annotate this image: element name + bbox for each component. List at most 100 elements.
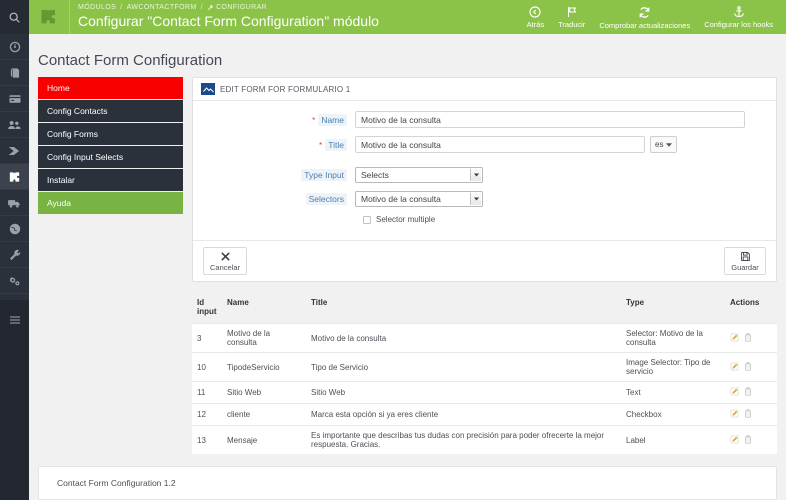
table-row[interactable]: 13 Mensaje Es importante que describas t… <box>192 425 777 454</box>
cell-actions <box>725 323 777 353</box>
required-asterisk: * <box>312 114 316 125</box>
header-action-check-updates[interactable]: Comprobar actualizaciones <box>592 0 697 34</box>
cell-name: TipodeServicio <box>222 352 306 382</box>
prestashop-admin-window: MÓDULOS / AWCONTACTFORM / CONFIGURAR Con… <box>0 0 786 500</box>
select-arrow-icon <box>470 193 481 205</box>
title-input[interactable]: Motivo de la consulta <box>355 136 645 153</box>
sidebar-item-ayuda-label: Ayuda <box>47 198 71 208</box>
cell-title: Marca esta opción si ya eres cliente <box>306 403 621 426</box>
edit-pencil-icon[interactable] <box>730 435 739 446</box>
cell-name: Sitio Web <box>222 381 306 404</box>
breadcrumb-level-2[interactable]: AWCONTACTFORM <box>127 4 197 11</box>
cell-id: 12 <box>192 403 222 426</box>
delete-trash-icon[interactable] <box>744 409 752 420</box>
save-button[interactable]: Guardar <box>724 247 766 275</box>
cell-id: 11 <box>192 381 222 404</box>
cell-id: 3 <box>192 323 222 353</box>
cell-name: Motivo de la consulta <box>222 323 306 353</box>
chevron-down-icon <box>666 142 673 147</box>
localization-globe-icon <box>9 223 20 234</box>
selectors-select[interactable]: Motivo de la consulta <box>355 191 483 207</box>
edit-pencil-icon[interactable] <box>730 333 739 344</box>
page-header-bar: MÓDULOS / AWCONTACTFORM / CONFIGURAR Con… <box>29 0 786 34</box>
rail-item-shipping[interactable] <box>0 190 29 216</box>
cell-title: Motivo de la consulta <box>306 323 621 353</box>
table-row[interactable]: 11 Sitio Web Sitio Web Text <box>192 381 777 404</box>
header-action-translate[interactable]: Traducir <box>551 0 592 34</box>
cell-actions <box>725 403 777 426</box>
sidebar-item-config-forms[interactable]: Config Forms <box>38 123 183 146</box>
language-selector-value: es <box>655 140 664 149</box>
table-row[interactable]: 3 Motivo de la consulta Motivo de la con… <box>192 323 777 353</box>
header-action-back-label: Atrás <box>526 20 545 29</box>
field-row-name: * Name Motivo de la consulta <box>205 111 764 128</box>
content-columns: Home Config Contacts Config Forms Config… <box>29 77 786 454</box>
cell-name: cliente <box>222 403 306 426</box>
hamburger-menu-icon[interactable] <box>0 308 29 332</box>
right-column: EDIT FORM FOR FORMULARIO 1 * Name Motivo … <box>192 77 777 454</box>
price-rules-tag-icon <box>8 146 20 155</box>
module-version-text: Contact Form Configuration 1.2 <box>57 478 176 488</box>
table-header-row: Id input Name Title Type Actions <box>192 295 777 324</box>
edit-pencil-icon[interactable] <box>730 409 739 420</box>
cell-actions <box>725 425 777 454</box>
anchor-hooks-icon <box>733 6 744 18</box>
puzzle-icon <box>29 0 69 34</box>
sidebar-item-ayuda[interactable]: Ayuda <box>38 192 183 215</box>
search-icon[interactable] <box>0 0 29 34</box>
table-row[interactable]: 10 TipodeServicio Tipo de Servicio Image… <box>192 352 777 382</box>
edit-pencil-icon[interactable] <box>730 387 739 398</box>
selectors-field-label-text: Selectors <box>305 193 347 205</box>
header-action-back[interactable]: Atrás <box>520 0 552 34</box>
delete-trash-icon[interactable] <box>744 332 752 344</box>
rail-item-localization[interactable] <box>0 216 29 242</box>
language-selector-button[interactable]: es <box>650 136 678 153</box>
sidebar-item-config-contacts[interactable]: Config Contacts <box>38 100 183 123</box>
delete-trash-icon[interactable] <box>744 434 752 446</box>
selector-multiple-checkbox[interactable] <box>363 215 371 224</box>
column-header-actions: Actions <box>730 298 760 307</box>
rail-item-catalog[interactable] <box>0 60 29 86</box>
rail-item-price-rules[interactable] <box>0 138 29 164</box>
rail-item-advanced-parameters[interactable] <box>0 268 29 294</box>
selector-multiple-row: Selector multiple <box>363 215 764 224</box>
delete-trash-icon[interactable] <box>744 361 752 373</box>
rail-item-customers[interactable] <box>0 112 29 138</box>
sidebar-item-home-label: Home <box>47 83 70 93</box>
breadcrumb-level-1[interactable]: MÓDULOS <box>78 4 116 11</box>
delete-trash-icon[interactable] <box>744 387 752 398</box>
header-action-check-updates-label: Comprobar actualizaciones <box>599 20 691 30</box>
rail-item-dashboard[interactable] <box>0 34 29 60</box>
refresh-sync-icon <box>639 6 650 18</box>
type-input-field-label-text: Type Input <box>301 169 347 181</box>
breadcrumb-separator-2: / <box>200 4 204 11</box>
table-row[interactable]: 12 cliente Marca esta opción si ya eres … <box>192 403 777 426</box>
sidebar-item-instalar[interactable]: Instalar <box>38 169 183 192</box>
rail-item-preferences[interactable] <box>0 242 29 268</box>
header-action-configure-hooks[interactable]: Configurar los hooks <box>697 0 780 34</box>
column-header-id-input: Id input <box>197 298 217 316</box>
name-field-label-text: Name <box>318 113 347 126</box>
floppy-save-icon <box>740 252 750 261</box>
name-input[interactable]: Motivo de la consulta <box>355 111 745 128</box>
cell-actions <box>725 352 777 382</box>
edit-pencil-icon[interactable] <box>730 362 739 373</box>
edit-form-panel-header: EDIT FORM FOR FORMULARIO 1 <box>193 78 776 101</box>
sidebar-item-home[interactable]: Home <box>38 77 183 100</box>
title-field-label-text: Title <box>325 138 347 151</box>
field-row-selectors: Selectors Motivo de la consulta <box>205 191 764 207</box>
rail-item-modules[interactable] <box>0 164 29 190</box>
sidebar-item-config-input-selects[interactable]: Config Input Selects <box>38 146 183 169</box>
sidebar-item-config-forms-label: Config Forms <box>47 129 99 139</box>
breadcrumb-level-3[interactable]: CONFIGURAR <box>207 4 267 11</box>
customers-people-icon <box>8 120 21 129</box>
cancel-button-label: Cancelar <box>210 263 241 272</box>
cell-type: Selector: Motivo de la consulta <box>621 323 725 353</box>
catalog-book-icon <box>10 67 19 78</box>
cell-title: Tipo de Servicio <box>306 352 621 382</box>
cancel-button[interactable]: Cancelar <box>203 247 248 275</box>
type-input-select[interactable]: Selects <box>355 167 483 183</box>
inputs-table-wrapper: Id input Name Title Type Actions 3 Motiv… <box>192 295 777 454</box>
edit-form-panel-footer: Cancelar Guardar <box>193 240 776 281</box>
rail-item-orders[interactable] <box>0 86 29 112</box>
